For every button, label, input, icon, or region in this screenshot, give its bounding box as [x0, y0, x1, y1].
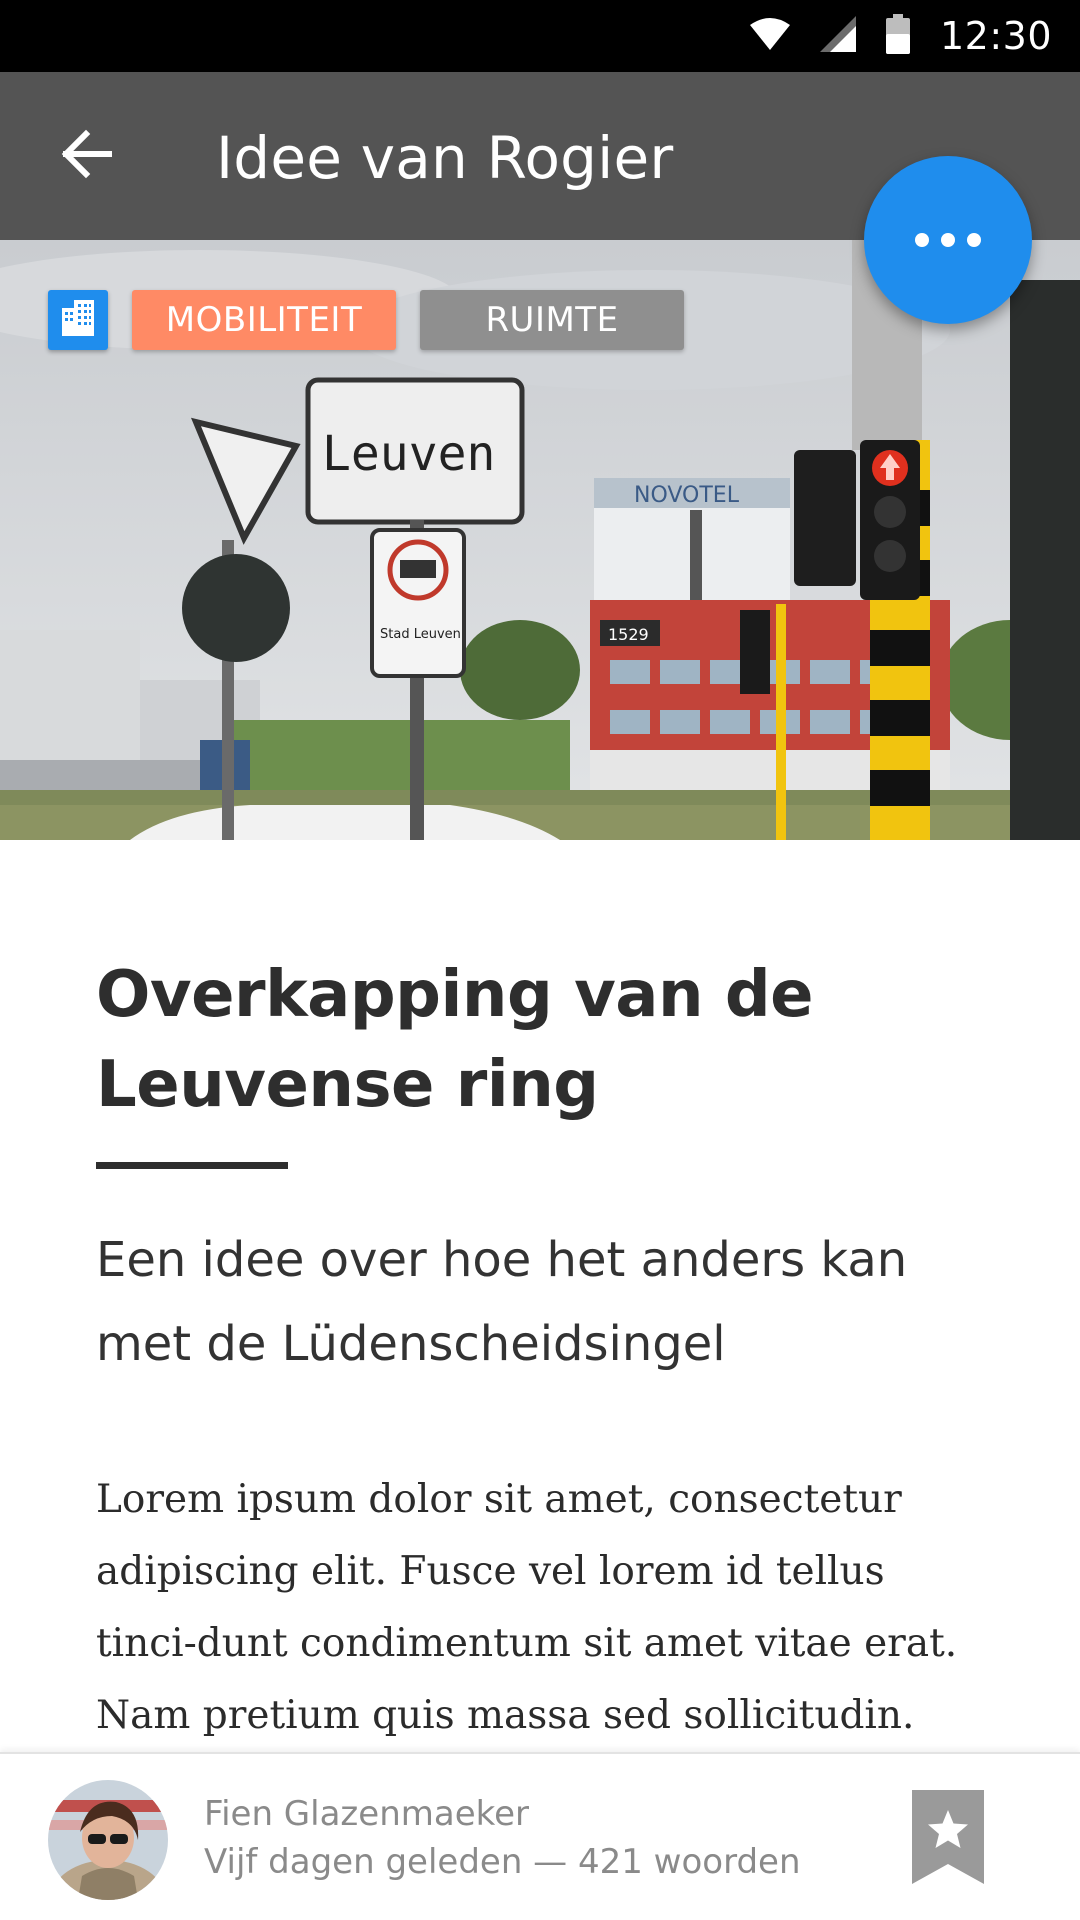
status-icons: 12:30	[749, 0, 1052, 72]
article-title: Overkapping van de Leuvense ring	[96, 958, 814, 1122]
battery-icon	[885, 13, 910, 59]
back-button[interactable]	[46, 116, 126, 196]
title-divider	[96, 1162, 288, 1169]
author-bar: Fien Glazenmaeker Vijf dagen geleden — 4…	[0, 1752, 1080, 1920]
cell-signal-icon	[819, 15, 856, 57]
article-subtitle: Een idee over hoe het anders kan met de …	[96, 1232, 908, 1372]
arrow-back-icon	[60, 128, 113, 185]
author-name[interactable]: Fien Glazenmaeker	[204, 1794, 529, 1834]
star-bookmark-icon	[912, 1790, 984, 1888]
leuven-sign: Leuven	[322, 426, 495, 482]
wifi-icon	[749, 17, 790, 56]
building-number: 1529	[608, 625, 649, 644]
tag-row: MOBILITEIT RUIMTE	[48, 290, 684, 350]
avatar[interactable]	[48, 1780, 168, 1900]
novotel-sign: NOVOTEL	[634, 483, 740, 508]
app-title: Idee van Rogier	[216, 124, 674, 192]
status-bar: 12:30	[0, 0, 1080, 72]
more-horizontal-icon	[915, 233, 981, 247]
tag-ruimte[interactable]: RUIMTE	[420, 290, 684, 350]
status-time: 12:30	[939, 14, 1052, 58]
bookmark-button[interactable]	[912, 1790, 984, 1884]
city-buildings-icon	[58, 298, 98, 343]
category-badge[interactable]	[48, 290, 108, 350]
camera-sign-text: Stad Leuven	[380, 627, 461, 642]
post-meta: Vijf dagen geleden — 421 woorden	[204, 1842, 801, 1882]
more-options-fab[interactable]	[864, 156, 1032, 324]
tag-mobiliteit[interactable]: MOBILITEIT	[132, 290, 396, 350]
